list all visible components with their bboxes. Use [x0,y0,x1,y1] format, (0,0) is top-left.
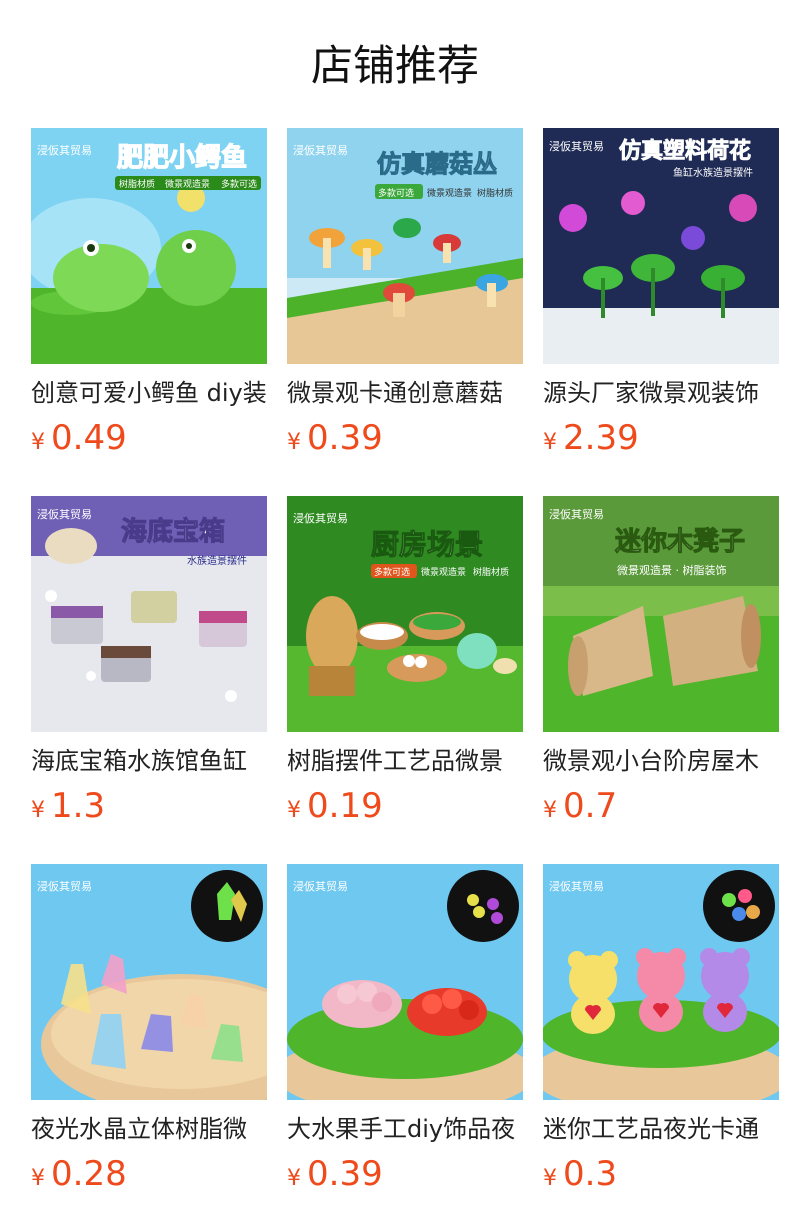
currency-symbol: ¥ [543,798,557,823]
price-amount: 0.49 [51,418,127,458]
image-banner: 仿真塑料荷花 [619,138,751,164]
image-badge: 多款可选 [374,566,410,578]
image-tag: 多款可选 [221,178,257,190]
currency-symbol: ¥ [287,1166,301,1191]
currency-symbol: ¥ [287,798,301,823]
brand-logo: 浸仮其贸易 [37,880,92,893]
image-tag: 微景观造景 [165,178,210,190]
currency-symbol: ¥ [31,798,45,823]
image-subtitle: 微景观造景 · 树脂装饰 [617,563,727,577]
product-image[interactable]: 浸仮其贸易 [287,864,523,1100]
product-name[interactable]: 海底宝箱水族馆鱼缸 [31,744,267,778]
image-banner: 海底宝箱 [121,516,225,547]
product-price: ¥0.7 [543,784,617,828]
product-image[interactable]: 浸仮其贸易 [543,864,779,1100]
product-card[interactable]: 浸仮其贸易 仿真塑料荷花 鱼缸水族造景摆件 源头厂家微景观装饰 ¥2.39 [543,128,779,468]
product-price: ¥0.3 [543,1152,617,1196]
product-image[interactable]: 浸仮其贸易 仿真塑料荷花 鱼缸水族造景摆件 [543,128,779,364]
product-card[interactable]: 浸仮其贸易 大水果手工diy饰品夜 ¥0.39 [287,864,523,1204]
product-card[interactable]: 浸仮其贸易 仿真蘑菇丛 多款可选 微景观造景 树脂材质 微景观卡通创意蘑菇 ¥0… [287,128,523,468]
image-banner: 肥肥小鳄鱼 [117,143,247,173]
image-tag: 树脂材质 [473,566,509,578]
currency-symbol: ¥ [543,430,557,455]
brand-logo: 浸仮其贸易 [549,880,604,893]
currency-symbol: ¥ [31,430,45,455]
product-image[interactable]: 浸仮其贸易 海底宝箱 水族造景摆件 [31,496,267,732]
price-amount: 0.7 [563,786,618,826]
price-amount: 2.39 [563,418,639,458]
product-name[interactable]: 源头厂家微景观装饰 [543,376,779,410]
product-card[interactable]: 浸仮其贸易 夜光水晶立体树脂微 ¥0.28 [31,864,267,1204]
brand-logo: 浸仮其贸易 [293,880,348,893]
price-amount: 0.28 [51,1154,127,1194]
brand-logo: 浸仮其贸易 [37,508,92,521]
product-price: ¥0.19 [287,784,383,828]
brand-logo: 浸仮其贸易 [293,144,348,157]
currency-symbol: ¥ [287,430,301,455]
product-card[interactable]: 浸仮其贸易 肥肥小鳄鱼 树脂材质 微景观造景 多款可选 创意可爱小鳄鱼 diy装… [31,128,267,468]
product-name[interactable]: 微景观卡通创意蘑菇 [287,376,523,410]
brand-logo: 浸仮其贸易 [549,508,604,521]
product-price: ¥0.28 [31,1152,127,1196]
product-price: ¥0.39 [287,1152,383,1196]
image-tag: 树脂材质 [119,178,155,190]
product-name[interactable]: 微景观小台阶房屋木 [543,744,779,778]
product-name[interactable]: 大水果手工diy饰品夜 [287,1112,523,1146]
product-card[interactable]: 浸仮其贸易 海底宝箱 水族造景摆件 海底宝箱水族馆鱼缸 ¥1.3 [31,496,267,836]
image-subtitle: 鱼缸水族造景摆件 [673,166,753,179]
image-tag: 树脂材质 [477,187,513,199]
product-image[interactable]: 浸仮其贸易 厨房场景 多款可选 微景观造景 树脂材质 [287,496,523,732]
product-image[interactable]: 浸仮其贸易 仿真蘑菇丛 多款可选 微景观造景 树脂材质 [287,128,523,364]
product-card[interactable]: 浸仮其贸易 迷你木凳子 微景观造景 · 树脂装饰 微景观小台阶房屋木 ¥0.7 [543,496,779,836]
product-image[interactable]: 浸仮其贸易 [31,864,267,1100]
product-card[interactable]: 浸仮其贸易 迷你工艺品夜光卡通 ¥0.3 [543,864,779,1204]
image-badge: 多款可选 [378,187,414,199]
image-banner: 仿真蘑菇丛 [377,150,497,178]
image-tag: 微景观造景 [427,187,472,199]
product-name[interactable]: 创意可爱小鳄鱼 diy装 [31,376,267,410]
brand-logo: 浸仮其贸易 [37,144,92,157]
image-banner: 迷你木凳子 [615,527,745,557]
image-tag: 微景观造景 [421,566,466,578]
image-subtitle: 水族造景摆件 [187,554,247,567]
product-image[interactable]: 浸仮其贸易 肥肥小鳄鱼 树脂材质 微景观造景 多款可选 [31,128,267,364]
price-amount: 0.19 [307,786,383,826]
product-image[interactable]: 浸仮其贸易 迷你木凳子 微景观造景 · 树脂装饰 [543,496,779,732]
page-title: 店铺推荐 [310,41,479,90]
product-price: ¥1.3 [31,784,105,828]
product-card[interactable]: 浸仮其贸易 厨房场景 多款可选 微景观造景 树脂材质 树脂摆件工艺品微景 ¥0.… [287,496,523,836]
price-amount: 1.3 [51,786,106,826]
product-name[interactable]: 树脂摆件工艺品微景 [287,744,523,778]
product-price: ¥0.49 [31,416,127,460]
image-banner: 厨房场景 [371,528,483,561]
product-name[interactable]: 迷你工艺品夜光卡通 [543,1112,779,1146]
product-price: ¥0.39 [287,416,383,460]
price-amount: 0.3 [563,1154,618,1194]
product-price: ¥2.39 [543,416,639,460]
price-amount: 0.39 [307,418,383,458]
currency-symbol: ¥ [543,1166,557,1191]
currency-symbol: ¥ [31,1166,45,1191]
price-amount: 0.39 [307,1154,383,1194]
brand-logo: 浸仮其贸易 [549,140,604,153]
product-name[interactable]: 夜光水晶立体树脂微 [31,1112,267,1146]
brand-logo: 浸仮其贸易 [293,512,348,525]
